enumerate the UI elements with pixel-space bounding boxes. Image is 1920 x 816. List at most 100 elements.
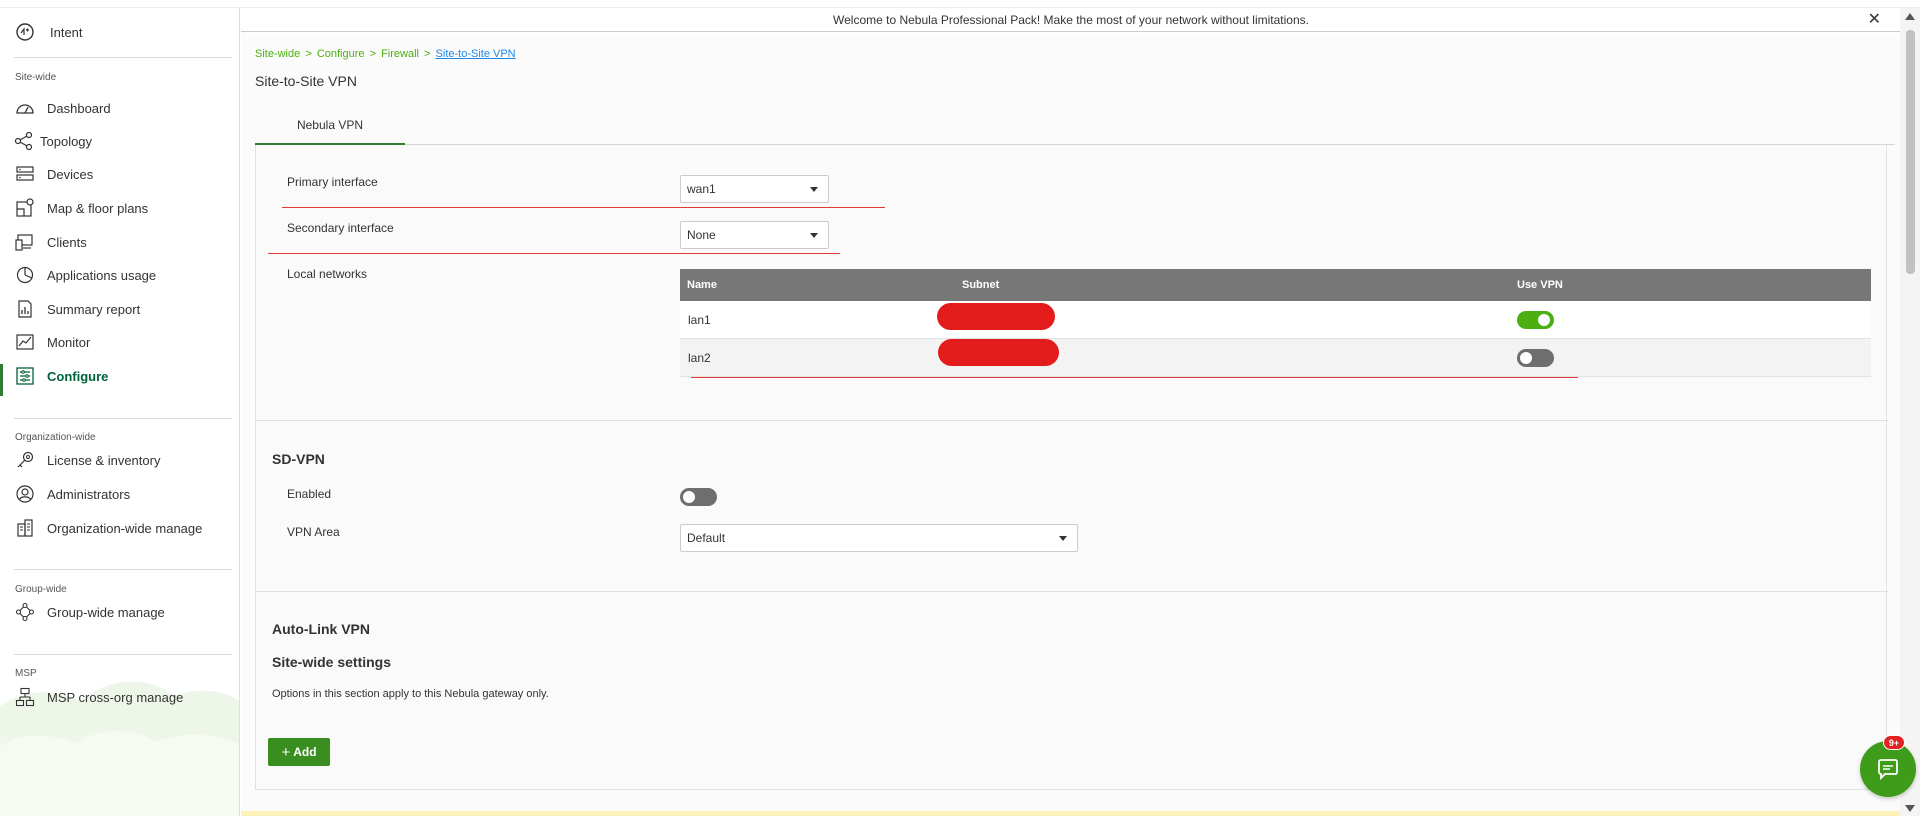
sidebar-item-topology[interactable]: Topology — [14, 129, 236, 153]
network-name: lan2 — [688, 351, 711, 365]
column-header-name[interactable]: Name — [687, 279, 717, 291]
section-divider — [256, 591, 1888, 592]
administrators-icon — [14, 484, 36, 504]
table-row: lan1 — [680, 301, 1871, 339]
welcome-banner: Welcome to Nebula Professional Pack! Mak… — [241, 8, 1901, 32]
sidebar-item-monitor[interactable]: Monitor — [14, 330, 236, 354]
sidebar-item-label: Summary report — [47, 301, 141, 317]
breadcrumb: Site-wide > Configure > Firewall > Site-… — [255, 48, 516, 60]
section-organization-wide: Organization-wide — [15, 432, 96, 443]
secondary-interface-value: None — [687, 228, 716, 242]
scroll-down-icon[interactable] — [1905, 805, 1915, 812]
sidebar-item-applications-usage[interactable]: Applications usage — [14, 263, 236, 287]
tab-bar: Nebula VPN — [255, 107, 1895, 145]
site-wide-settings-title: Site-wide settings — [272, 654, 392, 670]
sidebar-item-label: Dashboard — [47, 100, 111, 116]
group-icon — [14, 602, 36, 622]
report-icon — [14, 299, 36, 319]
sidebar-item-summary-report[interactable]: Summary report — [14, 297, 236, 321]
column-header-use-vpn[interactable]: Use VPN — [1517, 279, 1563, 291]
sidebar-item-label: Topology — [40, 133, 93, 149]
use-vpn-toggle[interactable] — [1517, 311, 1554, 329]
map-icon — [14, 198, 36, 218]
secondary-interface-select[interactable]: None — [680, 221, 829, 249]
sidebar-item-label: MSP cross-org manage — [47, 689, 184, 705]
banner-text: Welcome to Nebula Professional Pack! Mak… — [833, 12, 1309, 27]
sd-vpn-title: SD-VPN — [272, 451, 325, 467]
monitor-icon — [14, 332, 36, 352]
chat-icon — [1878, 759, 1898, 781]
vpn-area-label: VPN Area — [287, 525, 340, 539]
local-networks-label: Local networks — [287, 267, 368, 281]
section-group-wide: Group-wide — [15, 584, 67, 595]
section-divider — [256, 420, 1888, 421]
table-header: Name Subnet Use VPN — [680, 269, 1871, 301]
breadcrumb-separator: > — [369, 48, 377, 60]
breadcrumb-separator: > — [305, 48, 312, 60]
scroll-up-icon[interactable] — [1905, 13, 1915, 20]
breadcrumb-item-firewall[interactable]: Firewall — [381, 48, 419, 60]
red-annotation-line — [282, 207, 885, 208]
chevron-down-icon — [810, 187, 818, 192]
breadcrumb-separator: > — [424, 48, 431, 60]
sidebar-item-dashboard[interactable]: Dashboard — [14, 96, 236, 120]
auto-link-vpn-title: Auto-Link VPN — [272, 621, 370, 637]
red-annotation-line — [691, 377, 1578, 378]
topology-icon — [14, 131, 34, 151]
sidebar-item-group-wide-manage[interactable]: Group-wide manage — [14, 600, 236, 624]
primary-interface-label: Primary interface — [287, 175, 378, 189]
column-header-subnet[interactable]: Subnet — [962, 279, 999, 291]
sidebar-item-configure[interactable]: Configure — [14, 364, 236, 388]
sidebar-item-devices[interactable]: Devices — [14, 162, 236, 186]
chevron-down-icon — [1059, 536, 1067, 541]
scrollbar-thumb[interactable] — [1906, 30, 1915, 274]
plus-icon: + — [281, 743, 291, 761]
main-content: Site-wide > Configure > Firewall > Site-… — [241, 33, 1900, 816]
tab-nebula-vpn[interactable]: Nebula VPN — [255, 107, 405, 145]
sidebar-item-intent[interactable]: Intent — [14, 20, 83, 44]
sidebar-item-organization-wide-manage[interactable]: Organization-wide manage — [14, 516, 236, 540]
sidebar-item-clients[interactable]: Clients — [14, 230, 236, 254]
sidebar-item-label: Clients — [47, 234, 87, 250]
breadcrumb-item-site-wide[interactable]: Site-wide — [255, 48, 300, 60]
intent-icon — [14, 21, 36, 43]
license-icon — [14, 450, 36, 470]
primary-interface-select[interactable]: wan1 — [680, 175, 829, 203]
local-networks-table: Name Subnet Use VPN lan1 lan2 — [680, 269, 1871, 377]
sidebar: Intent Site-wide Dashboard Topology Devi… — [0, 8, 240, 816]
dashboard-icon — [14, 98, 36, 118]
sidebar-divider — [14, 654, 232, 655]
network-name: lan1 — [688, 313, 711, 327]
sidebar-item-label: Group-wide manage — [47, 604, 165, 620]
vertical-scrollbar[interactable] — [1900, 8, 1920, 816]
section-site-wide: Site-wide — [15, 72, 57, 83]
sidebar-item-administrators[interactable]: Administrators — [14, 482, 236, 506]
sidebar-item-license-inventory[interactable]: License & inventory — [14, 448, 236, 472]
configure-icon — [14, 366, 36, 386]
msp-icon — [14, 687, 36, 707]
building-icon — [14, 518, 36, 538]
breadcrumb-item-configure[interactable]: Configure — [317, 48, 365, 60]
redacted-subnet — [937, 303, 1055, 330]
use-vpn-toggle[interactable] — [1517, 349, 1554, 367]
sidebar-item-label: Monitor — [47, 334, 91, 350]
section-msp: MSP — [15, 668, 37, 679]
breadcrumb-current[interactable]: Site-to-Site VPN — [436, 48, 516, 60]
add-button-label: Add — [293, 745, 317, 759]
redacted-subnet — [938, 339, 1059, 366]
active-indicator — [0, 364, 3, 396]
sidebar-item-label: Organization-wide manage — [47, 520, 203, 536]
red-annotation-line — [268, 253, 840, 254]
add-button[interactable]: + Add — [268, 738, 330, 766]
pie-chart-icon — [14, 265, 36, 285]
sidebar-item-map[interactable]: Map & floor plans — [14, 196, 236, 220]
toggle-knob — [683, 491, 695, 503]
vpn-area-select[interactable]: Default — [680, 524, 1078, 552]
sidebar-item-msp-cross-org-manage[interactable]: MSP cross-org manage — [14, 685, 236, 709]
sidebar-item-label: Applications usage — [47, 267, 157, 283]
secondary-interface-label: Secondary interface — [287, 221, 394, 235]
close-icon[interactable]: ✕ — [1868, 9, 1881, 29]
sidebar-item-label: Configure — [47, 368, 109, 384]
primary-interface-value: wan1 — [687, 182, 716, 196]
sd-vpn-enabled-toggle[interactable] — [680, 488, 717, 506]
